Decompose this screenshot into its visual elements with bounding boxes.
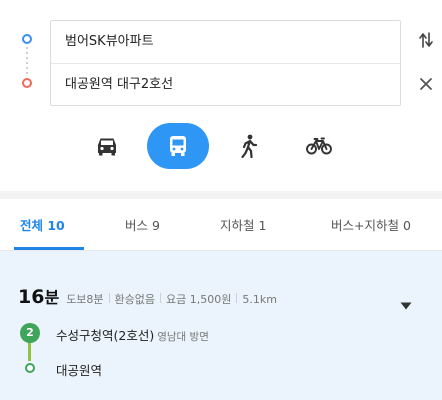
subway-line-badge: 2 xyxy=(20,323,40,343)
transport-mode-selector xyxy=(0,120,442,176)
route-connector-line xyxy=(26,47,28,75)
alight-stop-icon xyxy=(25,363,35,373)
meta-separator xyxy=(108,293,110,303)
boarding-station: 수성구청역(2호선) 영남대 방면 xyxy=(56,325,209,344)
distance: 5.1km xyxy=(242,293,277,306)
walk-time: 도보8분 xyxy=(66,293,104,306)
meta-separator xyxy=(236,293,238,303)
origin-marker-icon xyxy=(22,34,32,44)
boarding-station-name: 수성구청역(2호선) xyxy=(56,328,155,343)
route-input-box xyxy=(50,20,401,106)
origin-input[interactable] xyxy=(65,21,385,63)
swap-button[interactable] xyxy=(416,30,436,50)
tab-bus[interactable]: 버스 9 xyxy=(125,215,160,234)
meta-separator xyxy=(160,293,162,303)
tab-all[interactable]: 전체 10 xyxy=(20,215,65,234)
mode-walk-button[interactable] xyxy=(218,123,280,169)
route-summary: 16 분 도보8분 환승없음 요금 1,500원 5.1km xyxy=(18,284,277,310)
route-result-item[interactable]: 16 분 도보8분 환승없음 요금 1,500원 5.1km 2 수성구청역(2… xyxy=(0,251,442,400)
bus-icon xyxy=(170,136,186,156)
fare: 요금 1,500원 xyxy=(166,293,232,306)
swap-vertical-icon xyxy=(419,32,433,48)
route-filter-tabs: 전체 10 버스 9 지하철 1 버스+지하철 0 xyxy=(0,199,442,251)
close-icon xyxy=(420,78,432,90)
transfer-count: 환승없음 xyxy=(114,293,156,306)
route-duration: 16 xyxy=(18,286,45,308)
alighting-station-name: 대공원역 xyxy=(56,363,103,378)
expand-route-button[interactable] xyxy=(400,295,412,314)
mode-bus-button[interactable] xyxy=(147,123,209,169)
section-divider xyxy=(0,191,442,199)
clear-destination-button[interactable] xyxy=(416,74,436,94)
mode-car-button[interactable] xyxy=(76,123,138,169)
bicycle-icon xyxy=(306,137,332,155)
direction-text: 영남대 방면 xyxy=(157,331,209,343)
tab-subway[interactable]: 지하철 1 xyxy=(220,215,266,234)
walk-icon xyxy=(241,134,258,158)
route-search-panel xyxy=(0,0,442,112)
route-duration-unit: 분 xyxy=(44,288,60,307)
mode-bicycle-button[interactable] xyxy=(288,123,350,169)
destination-marker-icon xyxy=(22,78,32,88)
car-icon xyxy=(98,138,116,156)
chevron-down-icon xyxy=(400,302,412,310)
tab-bus-subway[interactable]: 버스+지하철 0 xyxy=(331,215,411,234)
destination-input[interactable] xyxy=(65,64,385,106)
